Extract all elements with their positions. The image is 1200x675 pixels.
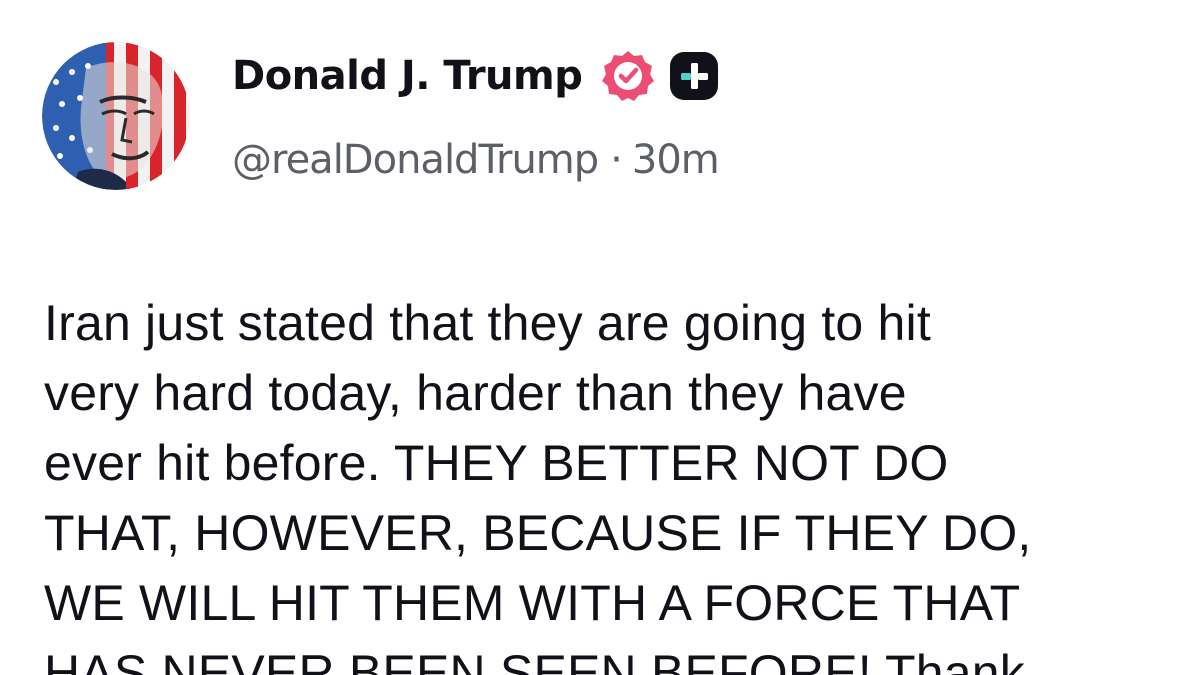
author-name-row: Donald J. Trump xyxy=(232,46,720,106)
author-handle-row: @realDonaldTrump · 30m xyxy=(232,132,720,188)
verified-badge-icon xyxy=(600,48,656,104)
post-timestamp[interactable]: 30m xyxy=(632,137,720,183)
author-avatar[interactable] xyxy=(42,42,190,190)
post-body-line: very hard today, harder than they have xyxy=(44,365,907,421)
avatar-flag-portrait-icon xyxy=(42,42,190,190)
post-body-line: THAT, HOWEVER, BECAUSE IF THEY DO, xyxy=(44,505,1032,561)
post-body-line: Iran just stated that they are going to … xyxy=(44,295,931,351)
post-body: Iran just stated that they are going to … xyxy=(44,288,1184,675)
post-body-line: ever hit before. THEY BETTER NOT DO xyxy=(44,435,949,491)
meta-separator: · xyxy=(610,137,623,183)
author-display-name[interactable]: Donald J. Trump xyxy=(232,53,583,99)
post-body-line: WE WILL HIT THEM WITH A FORCE THAT xyxy=(44,575,1021,631)
author-handle[interactable]: @realDonaldTrump xyxy=(232,137,599,183)
plus-badge-icon xyxy=(668,50,720,102)
post-body-line: HAS NEVER BEEN SEEN BEFORE! Thank xyxy=(44,645,1025,675)
